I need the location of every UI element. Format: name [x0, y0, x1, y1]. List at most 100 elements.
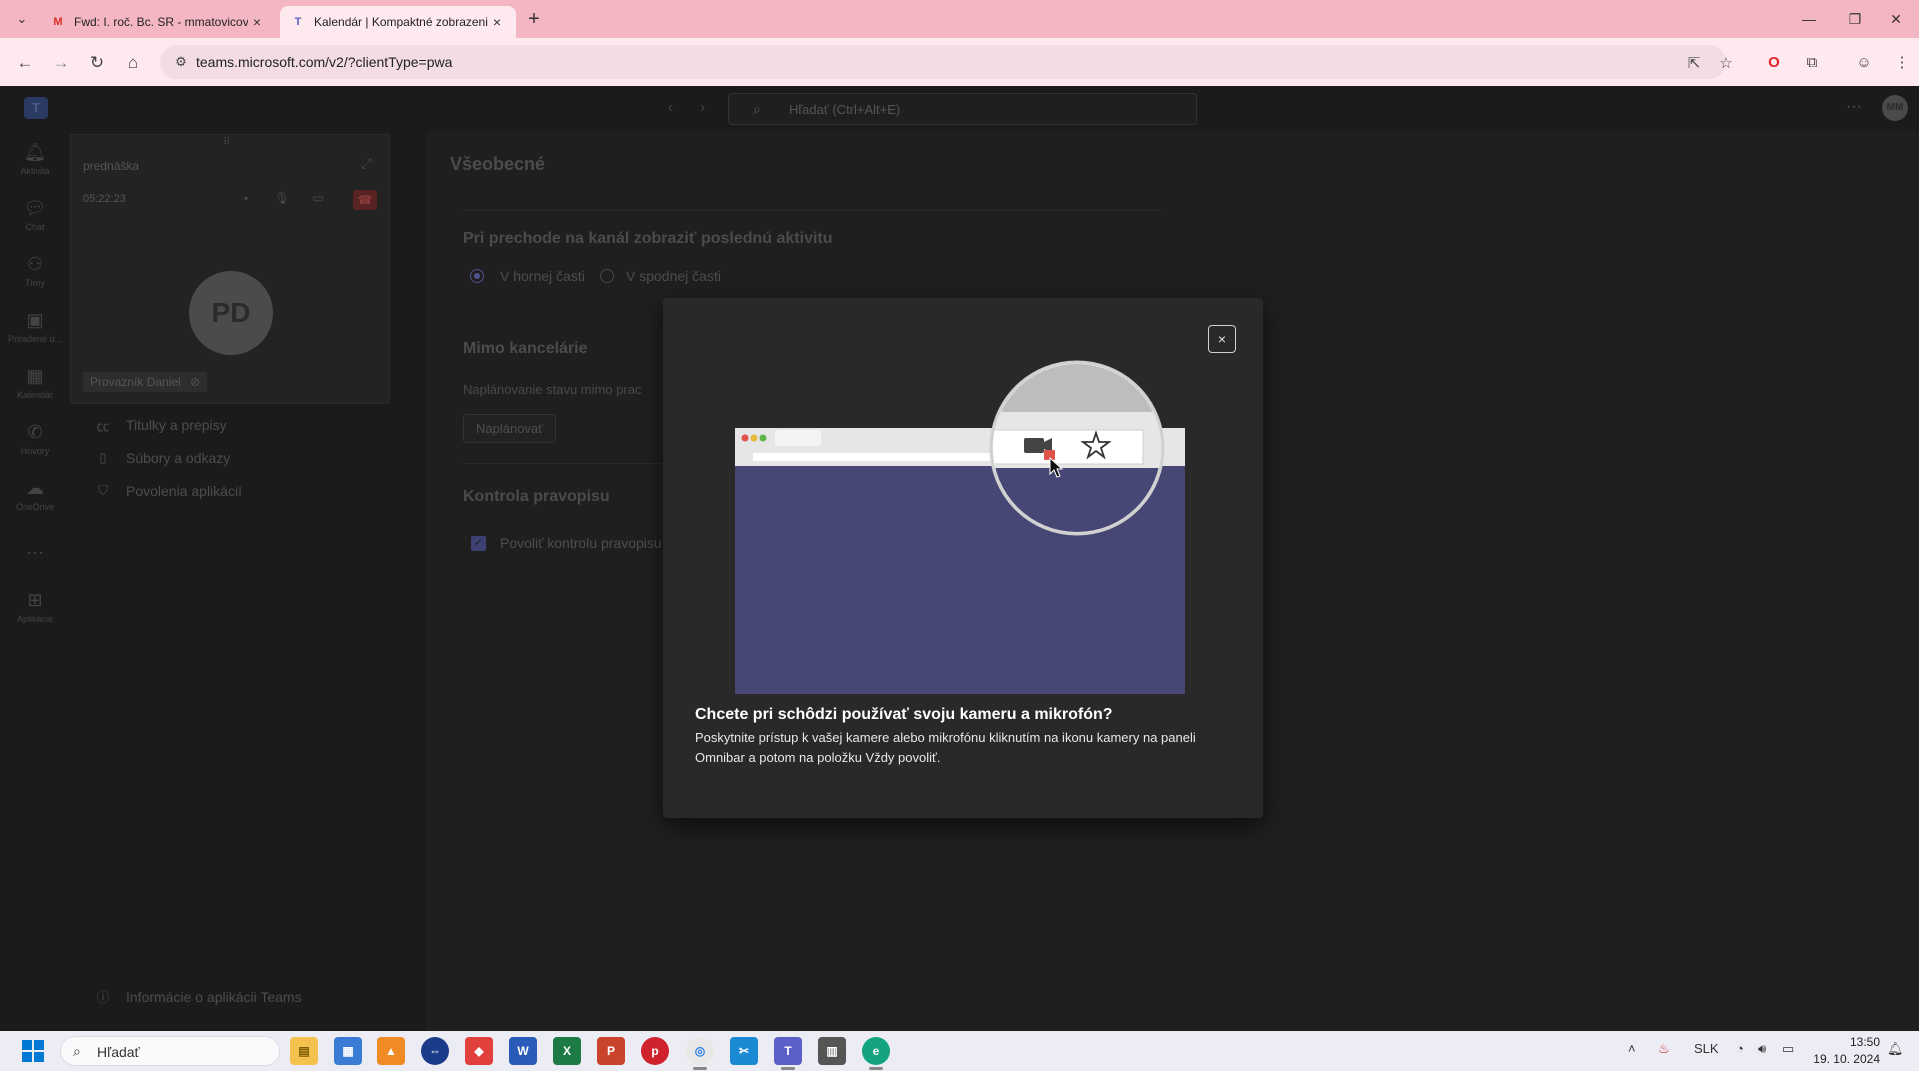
anydesk-icon[interactable]: ◆	[465, 1037, 493, 1065]
radio-bottom[interactable]	[600, 269, 614, 283]
active-indicator	[781, 1067, 795, 1070]
volume-icon[interactable]: 🔊︎	[1758, 1041, 1766, 1057]
menu-item-app-permissions[interactable]: ⛉ Povolenia aplikácií	[94, 481, 242, 501]
tab-search-button[interactable]: ⌄	[10, 8, 34, 30]
menu-label: Súbory a odkazy	[126, 450, 231, 466]
menu-dots-icon[interactable]: ⋮	[1890, 50, 1914, 74]
add-app-icon: ⊞	[27, 590, 43, 610]
rail-item-assignments[interactable]: ▣ Priradené ú...	[0, 309, 70, 359]
camera-off-icon[interactable]: ▪	[235, 191, 257, 209]
rail-item-calendar[interactable]: ▦ Kalendár	[0, 365, 70, 415]
wifi-icon[interactable]: ◔	[1736, 1041, 1744, 1056]
url-text[interactable]: teams.microsoft.com/v2/?clientType=pwa	[196, 54, 452, 70]
powerpoint-icon[interactable]: P	[597, 1037, 625, 1065]
menu-item-captions[interactable]: ㏄ Titulky a prepisy	[94, 415, 226, 435]
user-avatar[interactable]: MM	[1882, 95, 1908, 121]
more-options-icon[interactable]: ···	[1846, 98, 1862, 116]
drag-handle-icon[interactable]: ⠿	[223, 137, 230, 148]
opera-extension-icon[interactable]: O	[1762, 50, 1786, 74]
word-icon[interactable]: W	[509, 1037, 537, 1065]
ooo-section-title: Mimo kancelárie	[463, 340, 588, 357]
camera-icon	[1024, 438, 1044, 453]
notepad-icon[interactable]: ▥	[818, 1037, 846, 1065]
history-back-icon[interactable]: ‹	[668, 99, 673, 116]
store-icon[interactable]: ▦	[334, 1037, 362, 1065]
tab-title: Fwd: I. roč. Bc. SR - mmatovicova@	[74, 15, 248, 29]
home-icon[interactable]: ⌂	[120, 50, 146, 76]
hang-up-button[interactable]: ☎	[353, 190, 377, 210]
rail-label: Aplikácie	[16, 614, 54, 624]
language-indicator[interactable]: SLK	[1694, 1041, 1719, 1056]
file-explorer-icon[interactable]: ▤	[290, 1037, 318, 1065]
rail-item-teams[interactable]: ⚇ Tímy	[0, 253, 70, 303]
open-in-app-icon[interactable]: ⇱	[1684, 53, 1704, 73]
call-monitor[interactable]: ⠿ prednáška ⤢ 05:22:23 ▪ 🎙︎ ▭ ☎ PD Prova…	[70, 134, 390, 404]
shield-icon: ⛉	[98, 483, 108, 498]
forward-icon[interactable]: →	[48, 50, 74, 76]
history-forward-icon[interactable]: ›	[700, 99, 705, 116]
close-window-button[interactable]: ✕	[1873, 0, 1919, 38]
site-info-icon[interactable]: ⚙	[172, 53, 190, 71]
vlc-icon[interactable]: ▲	[377, 1037, 405, 1065]
rail-label: Kalendár	[16, 390, 54, 400]
acrobat-tray-icon[interactable]: ♨	[1658, 1041, 1670, 1057]
gmail-icon: M	[53, 16, 63, 28]
back-icon[interactable]: ←	[12, 50, 38, 76]
expand-icon[interactable]: ⤢	[361, 155, 372, 172]
call-duration: 05:22:23	[83, 193, 126, 205]
camera-permission-dialog: × Chcete pri schôdzi používať svoju kame…	[663, 298, 1263, 818]
rail-item-onedrive[interactable]: ☁ OneDrive	[0, 477, 70, 527]
excel-icon[interactable]: X	[553, 1037, 581, 1065]
windows-taskbar: ⌕ Hľadať ▤ ▦ ▲ ⇔ ◆ W X P p ◎ ✂ T ▥ e ˄ ♨…	[0, 1031, 1919, 1071]
close-dialog-button[interactable]: ×	[1208, 325, 1236, 353]
close-tab-icon[interactable]: ×	[248, 14, 266, 30]
mic-muted-icon: ⊘	[190, 375, 201, 389]
teams-icon: T	[294, 16, 302, 28]
schedule-button[interactable]: Naplánovať	[463, 414, 557, 443]
rail-item-apps[interactable]: ⊞ Aplikácie	[0, 589, 70, 639]
mic-muted-icon[interactable]: 🎙︎	[271, 191, 293, 209]
calendar-icon: ▦	[26, 366, 44, 386]
dialog-body: Poskytnite prístup k vašej kamere alebo …	[695, 730, 1196, 765]
chevron-up-icon[interactable]: ˄	[1628, 1041, 1636, 1056]
clock[interactable]: 13:50 19. 10. 2024	[1800, 1034, 1880, 1068]
rail-label: Aktivita	[20, 166, 50, 176]
tab-gmail[interactable]: M Fwd: I. roč. Bc. SR - mmatovicova@ ×	[40, 6, 276, 38]
radio-top[interactable]	[470, 269, 484, 283]
teams-search-input[interactable]: ⌕ Hľadať (Ctrl+Alt+E)	[728, 93, 1197, 125]
restore-button[interactable]: ❐	[1832, 0, 1878, 38]
channel-section-title: Pri prechode na kanál zobraziť poslednú …	[463, 230, 833, 247]
illustration-dot-yellow	[750, 434, 758, 442]
chrome-icon[interactable]: ◎	[686, 1037, 714, 1065]
close-tab-icon[interactable]: ×	[488, 14, 506, 30]
notification-bell-icon[interactable]: 🔔︎	[1887, 1041, 1904, 1057]
address-bar[interactable]: ⚙ teams.microsoft.com/v2/?clientType=pwa…	[160, 45, 1733, 79]
rail-item-calls[interactable]: ✆ Hovory	[0, 421, 70, 471]
edge-icon[interactable]: e	[862, 1037, 890, 1065]
rail-item-activity[interactable]: 🔔︎ Aktivita	[0, 141, 70, 191]
taskbar-search[interactable]: ⌕ Hľadať	[60, 1036, 280, 1066]
rail-item-chat[interactable]: 💬︎ Chat	[0, 197, 70, 247]
reload-icon[interactable]: ↻	[84, 50, 110, 76]
teamviewer-icon[interactable]: ⇔	[421, 1037, 449, 1065]
rail-more-button[interactable]: ···	[0, 541, 70, 565]
battery-icon[interactable]: ▭	[1782, 1041, 1794, 1057]
new-tab-button[interactable]: +	[522, 8, 546, 30]
tab-teams[interactable]: T Kalendár | Kompaktné zobrazenie ×	[280, 6, 516, 38]
minimize-button[interactable]: —	[1786, 0, 1832, 38]
bookmark-star-icon[interactable]: ☆	[1716, 53, 1736, 73]
divider	[463, 463, 663, 464]
snipping-icon[interactable]: ✂	[730, 1037, 758, 1065]
spellcheck-checkbox[interactable]: ✓	[471, 536, 486, 551]
extensions-icon[interactable]: ⧉	[1800, 50, 1824, 74]
menu-item-about[interactable]: ⓘ Informácie o aplikácii Teams	[94, 987, 301, 1006]
windows-start-icon[interactable]	[22, 1040, 44, 1062]
radio-top-label: V hornej časti	[500, 268, 585, 284]
profile-icon[interactable]: ☺	[1852, 50, 1876, 74]
pinterest-icon[interactable]: p	[641, 1037, 669, 1065]
cloud-icon: ☁	[26, 478, 44, 498]
share-icon[interactable]: ▭	[307, 191, 329, 209]
captions-icon: ㏄	[96, 418, 110, 434]
teams-icon[interactable]: T	[774, 1037, 802, 1065]
menu-item-files[interactable]: ▯ Súbory a odkazy	[94, 448, 230, 468]
